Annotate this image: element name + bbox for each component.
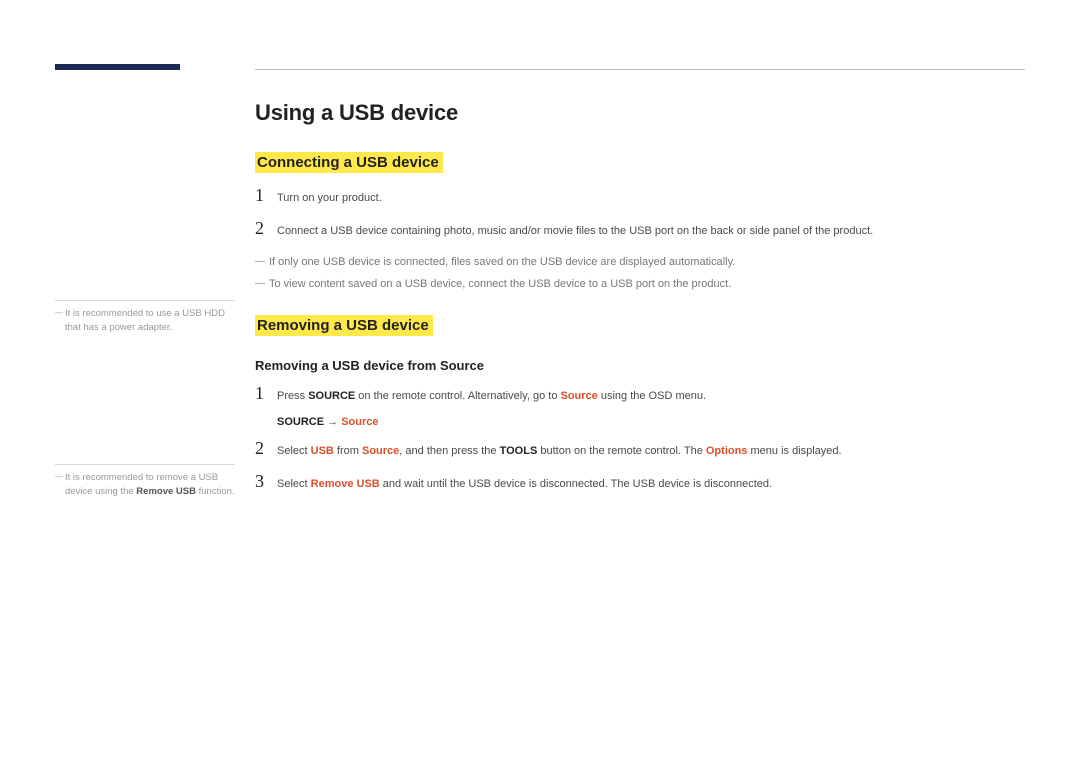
step-item: 1 Press SOURCE on the remote control. Al… [255, 383, 1025, 406]
remove-usb-label: Remove USB [311, 478, 380, 490]
inline-note: To view content saved on a USB device, c… [255, 276, 1025, 294]
step-text: Select Remove USB and wait until the USB… [277, 476, 772, 494]
arrow-icon: → [324, 416, 341, 428]
side-note-text: It is recommended to use a USB HDD that … [55, 307, 235, 335]
source-key: SOURCE [308, 390, 355, 402]
options-menu: Options [706, 445, 748, 457]
text: from [334, 445, 362, 457]
step-item: 2 Select USB from Source, and then press… [255, 438, 1025, 461]
step-item: 3 Select Remove USB and wait until the U… [255, 471, 1025, 494]
step-item: 2 Connect a USB device containing photo,… [255, 218, 1025, 241]
main-content: Using a USB device Connecting a USB devi… [255, 100, 1025, 515]
header-rule [255, 69, 1025, 70]
manual-page: It is recommended to use a USB HDD that … [0, 0, 1080, 763]
step-number: 2 [255, 438, 277, 459]
text: and wait until the USB device is disconn… [380, 478, 772, 490]
tools-key: TOOLS [500, 445, 538, 457]
text: Select [277, 445, 311, 457]
step-text: Press SOURCE on the remote control. Alte… [277, 388, 706, 406]
menu-path: SOURCE → Source [277, 416, 1025, 428]
step-number: 1 [255, 383, 277, 404]
path-source-key: SOURCE [277, 416, 324, 428]
text: , and then press the [399, 445, 499, 457]
subsection-heading: Removing a USB device from Source [255, 358, 1025, 373]
step-number: 3 [255, 471, 277, 492]
usb-label: USB [311, 445, 334, 457]
section-removing: Removing a USB device Removing a USB dev… [255, 315, 1025, 493]
step-number: 2 [255, 218, 277, 239]
step-text: Select USB from Source, and then press t… [277, 443, 842, 461]
step-text: Connect a USB device containing photo, m… [277, 223, 873, 241]
text: menu is displayed. [747, 445, 841, 457]
text: Press [277, 390, 308, 402]
text: function. [196, 486, 235, 497]
section-heading: Connecting a USB device [255, 152, 443, 173]
side-note-1-block: It is recommended to use a USB HDD that … [55, 300, 235, 335]
section-connecting: Connecting a USB device 1 Turn on your p… [255, 152, 1025, 293]
step-list: 1 Turn on your product. 2 Connect a USB … [255, 185, 1025, 240]
section-heading: Removing a USB device [255, 315, 433, 336]
side-rule [55, 300, 235, 301]
text: Select [277, 478, 311, 490]
side-note-text: It is recommended to remove a USB device… [55, 471, 235, 499]
side-rule [55, 464, 235, 465]
header-accent-bar [55, 64, 180, 70]
source-menu: Source [561, 390, 598, 402]
step-item: 1 Turn on your product. [255, 185, 1025, 208]
step-number: 1 [255, 185, 277, 206]
inline-note: If only one USB device is connected, fil… [255, 254, 1025, 272]
text: on the remote control. Alternatively, go… [355, 390, 560, 402]
remove-usb-label: Remove USB [136, 486, 196, 497]
text: button on the remote control. The [537, 445, 706, 457]
step-text: Turn on your product. [277, 190, 382, 208]
path-source-menu: Source [341, 416, 378, 428]
side-note-2-block: It is recommended to remove a USB device… [55, 464, 235, 499]
source-menu: Source [362, 445, 399, 457]
page-title: Using a USB device [255, 100, 1025, 126]
text: using the OSD menu. [598, 390, 706, 402]
